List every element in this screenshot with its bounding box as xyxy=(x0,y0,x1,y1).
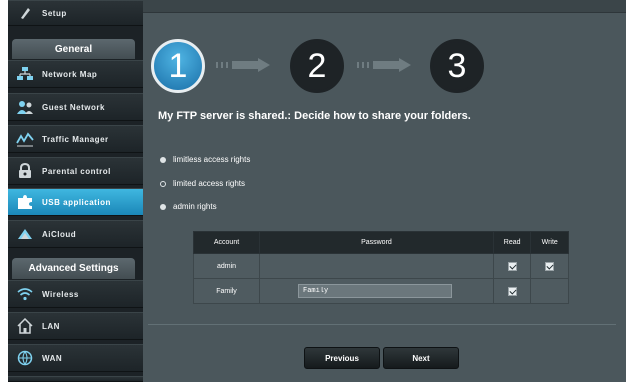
write-checkbox[interactable] xyxy=(545,261,555,271)
password-cell xyxy=(259,253,494,279)
sidebar-item-traffic-manager[interactable]: Traffic Manager xyxy=(8,125,143,153)
sidebar-item-label: Wireless xyxy=(42,289,79,299)
sidebar-item-label: Setup xyxy=(42,8,67,18)
sidebar-header-general: General xyxy=(12,39,135,59)
column-header-read: Read xyxy=(492,231,532,254)
sidebar-item-label: Traffic Manager xyxy=(42,134,109,144)
sidebar-item-aicloud[interactable]: AiCloud xyxy=(8,220,143,248)
wifi-icon xyxy=(14,283,36,305)
sidebar-item-setup[interactable]: Setup xyxy=(8,0,143,26)
guest-network-icon xyxy=(14,96,36,118)
cloud-icon xyxy=(14,223,36,245)
radio-button[interactable] xyxy=(160,203,166,210)
sidebar-item-guest-network[interactable]: Guest Network xyxy=(8,93,143,121)
page-title: My FTP server is shared.: Decide how to … xyxy=(158,110,471,122)
sidebar-item-label: LAN xyxy=(42,321,60,331)
option-label: limitless access rights xyxy=(173,155,251,164)
sidebar-item-wan[interactable]: WAN xyxy=(8,344,143,372)
option-admin-rights[interactable]: admin rights xyxy=(160,202,217,211)
radio-button[interactable] xyxy=(160,180,166,187)
sidebar-item-partial xyxy=(8,376,143,382)
option-label: limited access rights xyxy=(173,179,246,188)
sidebar-item-network-map[interactable]: Network Map xyxy=(8,60,143,88)
sidebar-item-lan[interactable]: LAN xyxy=(8,312,143,340)
column-header-write: Write xyxy=(530,231,569,254)
home-icon xyxy=(14,315,36,337)
option-limited-access[interactable]: limited access rights xyxy=(160,179,245,188)
read-checkbox[interactable] xyxy=(507,286,517,296)
table-header-row: Account Password Read Write xyxy=(192,231,569,254)
table-row: Family xyxy=(192,278,569,304)
account-table: Account Password Read Write admin Family xyxy=(192,231,569,304)
wizard-step-3: 3 xyxy=(430,39,484,93)
sidebar-item-usb-application[interactable]: USB application xyxy=(8,188,143,216)
column-header-password: Password xyxy=(259,231,494,254)
globe-icon xyxy=(14,347,36,369)
column-header-account: Account xyxy=(192,231,261,254)
sidebar: Setup General Network Map Guest Network … xyxy=(8,0,143,382)
step-arrow-icon xyxy=(357,58,411,72)
next-button[interactable]: Next xyxy=(383,347,459,369)
option-limitless-access[interactable]: limitless access rights xyxy=(160,155,250,164)
previous-button[interactable]: Previous xyxy=(304,347,380,369)
top-bar xyxy=(143,0,626,13)
puzzle-icon xyxy=(14,191,36,213)
read-checkbox[interactable] xyxy=(507,261,517,271)
sidebar-item-label: AiCloud xyxy=(42,229,77,239)
radio-button[interactable] xyxy=(160,156,166,163)
sidebar-item-label: WAN xyxy=(42,353,63,363)
setup-icon xyxy=(14,2,36,24)
divider xyxy=(148,324,616,325)
read-cell xyxy=(492,278,532,304)
option-label: admin rights xyxy=(173,202,217,211)
sidebar-item-parental-control[interactable]: Parental control xyxy=(8,157,143,185)
write-cell xyxy=(530,278,569,304)
sidebar-header-advanced: Advanced Settings xyxy=(12,258,135,279)
traffic-manager-icon xyxy=(14,128,36,150)
wizard-step-2: 2 xyxy=(290,39,344,93)
sidebar-item-label: USB application xyxy=(42,197,111,207)
sidebar-item-wireless[interactable]: Wireless xyxy=(8,280,143,308)
sidebar-item-label: Network Map xyxy=(42,69,98,79)
network-map-icon xyxy=(14,63,36,85)
account-cell: admin xyxy=(192,253,261,279)
lock-icon xyxy=(14,160,36,182)
password-input[interactable] xyxy=(298,284,453,298)
write-cell xyxy=(530,253,569,279)
account-cell: Family xyxy=(192,278,261,304)
password-cell xyxy=(259,278,494,304)
table-row: admin xyxy=(192,253,569,279)
step-arrow-icon xyxy=(216,58,270,72)
sidebar-item-label: Parental control xyxy=(42,166,111,176)
read-cell xyxy=(492,253,532,279)
wizard-step-1: 1 xyxy=(151,39,205,93)
sidebar-item-label: Guest Network xyxy=(42,102,105,112)
